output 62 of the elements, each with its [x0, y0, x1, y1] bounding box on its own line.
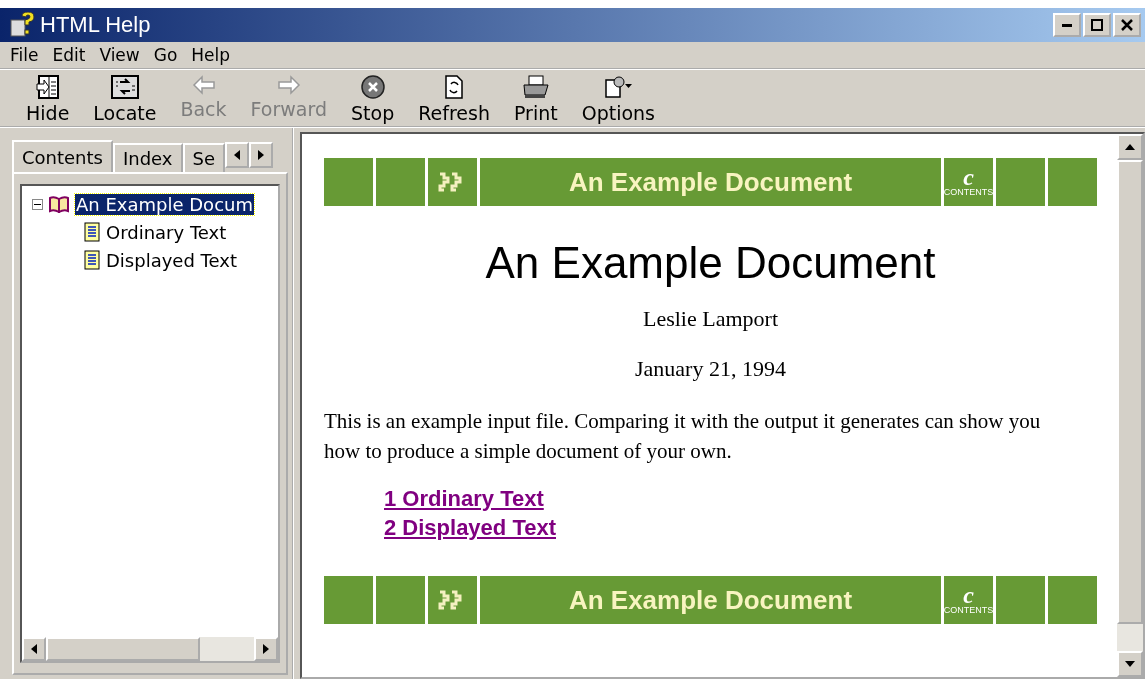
tree-item[interactable]: An Example Docum	[75, 193, 254, 215]
stop-icon	[359, 74, 386, 100]
tab-scroll-left-button[interactable]	[225, 142, 250, 168]
toolbar-button[interactable]: Refresh	[406, 74, 502, 124]
nav-cell[interactable]	[1048, 576, 1097, 624]
sync-panel-icon	[109, 74, 140, 100]
nav-cell[interactable]	[376, 158, 425, 206]
nav-cell[interactable]	[376, 576, 425, 624]
printer-icon	[520, 74, 551, 100]
minimize-icon	[1062, 23, 1072, 27]
up-triangle-icon	[1124, 143, 1136, 151]
menu-item[interactable]: Help	[191, 45, 231, 65]
maximize-button[interactable]	[1083, 13, 1111, 37]
left-triangle-icon	[233, 149, 242, 161]
minimize-button[interactable]	[1053, 13, 1081, 37]
horizontal-scrollbar[interactable]	[22, 637, 278, 661]
nav-cell[interactable]	[996, 158, 1045, 206]
nav-cell[interactable]	[324, 158, 373, 206]
left-arrow-icon	[190, 74, 217, 96]
nav-cell[interactable]	[1048, 158, 1097, 206]
menu-item[interactable]: Go	[153, 45, 178, 65]
menu-item[interactable]: Edit	[52, 45, 86, 65]
window-title: HTML Help	[40, 12, 152, 38]
tab[interactable]: Index	[112, 143, 183, 172]
nav-cell[interactable]	[996, 576, 1045, 624]
page-icon	[84, 222, 100, 242]
menu-item[interactable]: File	[10, 45, 39, 65]
author: Leslie Lamport	[642, 306, 779, 332]
tree-item[interactable]: Displayed Text	[105, 249, 238, 271]
collapse-icon[interactable]	[32, 198, 43, 210]
toolbar-button[interactable]: Hide	[14, 74, 82, 124]
tab-scroll-right-button[interactable]	[249, 142, 274, 168]
nav-cell[interactable]	[324, 576, 373, 624]
toolbar-button[interactable]: Locate	[81, 74, 169, 124]
help-icon	[10, 12, 36, 38]
right-triangle-icon	[257, 149, 266, 161]
close-icon	[1121, 19, 1133, 31]
book-icon	[48, 195, 70, 213]
section-link[interactable]: 2 Displayed Text	[384, 513, 556, 542]
next-nav-cell[interactable]	[428, 158, 477, 206]
down-triangle-icon	[1124, 660, 1136, 668]
document-heading: An Example Document	[484, 238, 937, 288]
menu-item[interactable]: View	[99, 45, 140, 65]
close-button[interactable]	[1113, 13, 1141, 37]
options-icon	[603, 74, 634, 100]
toolbar-button[interactable]: Stop	[339, 74, 407, 124]
tree-item[interactable]: Ordinary Text	[105, 221, 228, 243]
paragraph: This is an example input file. Comparing it with the output it generates can show you how to produce a simple document of your own.	[324, 408, 1042, 465]
left-triangle-icon	[30, 643, 38, 655]
right-triangle-icon	[262, 643, 270, 655]
maximize-icon	[1091, 19, 1103, 31]
banner-title: An Example Document	[480, 576, 941, 624]
toolbar-button[interactable]: Options	[569, 74, 667, 124]
tab[interactable]: Contents	[12, 140, 113, 172]
date: January 21, 1994	[634, 356, 787, 382]
section-link[interactable]: 1 Ordinary Text	[384, 484, 544, 513]
page-icon	[84, 250, 100, 270]
right-arrow-icon	[275, 74, 302, 96]
toolbar-button[interactable]: Print	[501, 74, 570, 124]
scrollbar-thumb[interactable]	[46, 637, 200, 661]
next-nav-cell[interactable]	[428, 576, 477, 624]
banner-title: An Example Document	[480, 158, 941, 206]
